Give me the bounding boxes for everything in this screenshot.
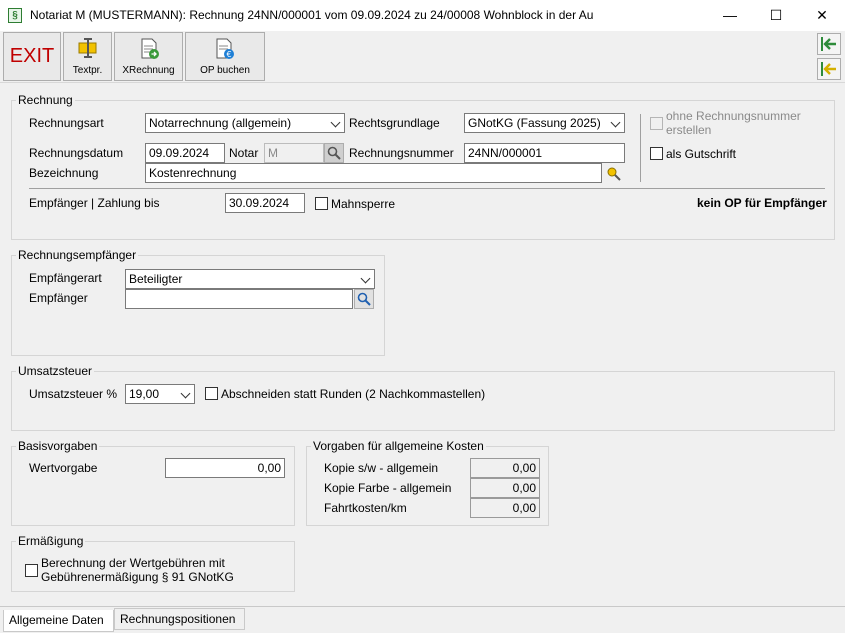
rechnung-group-title: Rechnung — [16, 93, 75, 107]
zahlung-bis-input[interactable]: 30.09.2024 — [225, 193, 305, 213]
arrow-left-icon — [821, 62, 836, 76]
exit-button[interactable]: EXIT — [3, 32, 61, 81]
rechnungsdatum-label: Rechnungsdatum — [29, 146, 124, 160]
app-icon: § — [8, 8, 22, 23]
rechnungsart-select[interactable]: Notarrechnung (allgemein) — [145, 113, 345, 133]
rechnungsnummer-input[interactable]: 24NN/000001 — [464, 143, 625, 163]
tab-strip-divider — [0, 606, 845, 607]
gebuehrenermaessigung-label: Berechnung der Wertgebühren mit — [41, 556, 225, 570]
wertvorgabe-input[interactable]: 0,00 — [165, 458, 285, 478]
gebuehrenermaessigung-checkbox[interactable] — [25, 564, 38, 577]
arrow-left-first-icon — [821, 37, 836, 51]
bezeichnung-label: Bezeichnung — [29, 166, 99, 180]
empfaengerart-label: Empfängerart — [29, 271, 102, 285]
kein-op-text: kein OP für Empfänger — [697, 196, 827, 210]
op-buchen-label: OP buchen — [200, 65, 250, 76]
ohne-rechnungsnummer-label: ohne Rechnungsnummer — [666, 109, 801, 123]
basisvorgaben-group-title: Basisvorgaben — [16, 439, 100, 453]
kosten-row-label: Fahrtkosten/km — [324, 501, 407, 515]
umsatzsteuer-group-title: Umsatzsteuer — [16, 364, 95, 378]
xrechnung-icon — [141, 38, 159, 59]
textpr-label: Textpr. — [72, 65, 103, 76]
op-buchen-button[interactable]: € OP buchen — [185, 32, 265, 81]
empfaenger-search-button[interactable] — [354, 289, 374, 309]
op-buchen-icon: € — [216, 38, 234, 59]
bezeichnung-edit-button[interactable] — [604, 163, 624, 183]
key-search-icon — [607, 167, 621, 181]
empfaenger-label: Empfänger — [29, 291, 88, 305]
svg-text:€: € — [226, 50, 231, 59]
wertvorgabe-label: Wertvorgabe — [29, 461, 98, 475]
gebuehrenermaessigung-label-2: Gebührenermäßigung § 91 GNotKG — [41, 570, 234, 584]
maximize-button[interactable]: ☐ — [753, 0, 799, 31]
textpr-button[interactable]: Textpr. — [63, 32, 112, 81]
als-gutschrift-checkbox[interactable] — [650, 147, 663, 160]
text-processing-icon — [78, 38, 97, 58]
kosten-group-title: Vorgaben für allgemeine Kosten — [311, 439, 486, 453]
notar-input: M — [264, 143, 324, 163]
rechnungsnummer-label: Rechnungsnummer — [349, 146, 454, 160]
empfaenger-input[interactable] — [125, 289, 353, 309]
tab-rechnungspositionen[interactable]: Rechnungspositionen — [114, 608, 245, 630]
xrechnung-button[interactable]: XRechnung — [114, 32, 183, 81]
xrechnung-label: XRechnung — [122, 65, 175, 76]
title-bar: § Notariat M (MUSTERMANN): Rechnung 24NN… — [0, 0, 845, 31]
mahnsperre-label: Mahnsperre — [331, 197, 396, 211]
kopie-sw-input[interactable]: 0,00 — [470, 458, 540, 478]
minimize-button[interactable]: — — [707, 0, 753, 31]
kosten-row-label: Kopie Farbe - allgemein — [324, 481, 452, 495]
close-button[interactable]: ✕ — [799, 0, 845, 31]
nav-first-button[interactable] — [817, 33, 841, 55]
empfaenger-zahlung-label: Empfänger | Zahlung bis — [29, 196, 160, 210]
notar-search-button[interactable] — [324, 143, 344, 163]
abschneiden-checkbox[interactable] — [205, 387, 218, 400]
nav-prev-button[interactable] — [817, 58, 841, 80]
search-icon — [327, 146, 341, 160]
kosten-row-label: Kopie s/w - allgemein — [324, 461, 439, 475]
als-gutschrift-label: als Gutschrift — [666, 147, 737, 161]
ohne-rechnungsnummer-checkbox[interactable] — [650, 117, 663, 130]
ohne-rechnungsnummer-label-2: erstellen — [666, 123, 712, 137]
vertical-divider — [640, 114, 641, 182]
rechnungsdatum-input[interactable]: 09.09.2024 — [145, 143, 225, 163]
exit-label: EXIT — [9, 45, 55, 67]
ermaessigung-group-title: Ermäßigung — [16, 534, 86, 548]
empfaenger-group-title: Rechnungsempfänger — [16, 248, 139, 262]
notar-label: Notar — [229, 146, 259, 160]
rechtsgrundlage-label: Rechtsgrundlage — [349, 116, 440, 130]
horizontal-divider — [29, 188, 825, 189]
mahnsperre-checkbox[interactable] — [315, 197, 328, 210]
tab-allgemeine-daten[interactable]: Allgemeine Daten — [3, 610, 114, 632]
empfaengerart-select[interactable]: Beteiligter — [125, 269, 375, 289]
fahrtkosten-input[interactable]: 0,00 — [470, 498, 540, 518]
umsatzsteuer-label: Umsatzsteuer % — [29, 387, 118, 401]
bezeichnung-input[interactable]: Kostenrechnung — [145, 163, 602, 183]
search-icon — [357, 292, 371, 306]
rechtsgrundlage-select[interactable]: GNotKG (Fassung 2025) — [464, 113, 625, 133]
rechnungsart-label: Rechnungsart — [29, 116, 104, 130]
abschneiden-label: Abschneiden statt Runden (2 Nachkommaste… — [221, 387, 486, 401]
umsatzsteuer-select[interactable]: 19,00 — [125, 384, 195, 404]
kopie-farbe-input[interactable]: 0,00 — [470, 478, 540, 498]
toolbar: EXIT Textpr. XRechnung € OP buchen — [0, 31, 845, 83]
window-title: Notariat M (MUSTERMANN): Rechnung 24NN/0… — [30, 8, 594, 22]
